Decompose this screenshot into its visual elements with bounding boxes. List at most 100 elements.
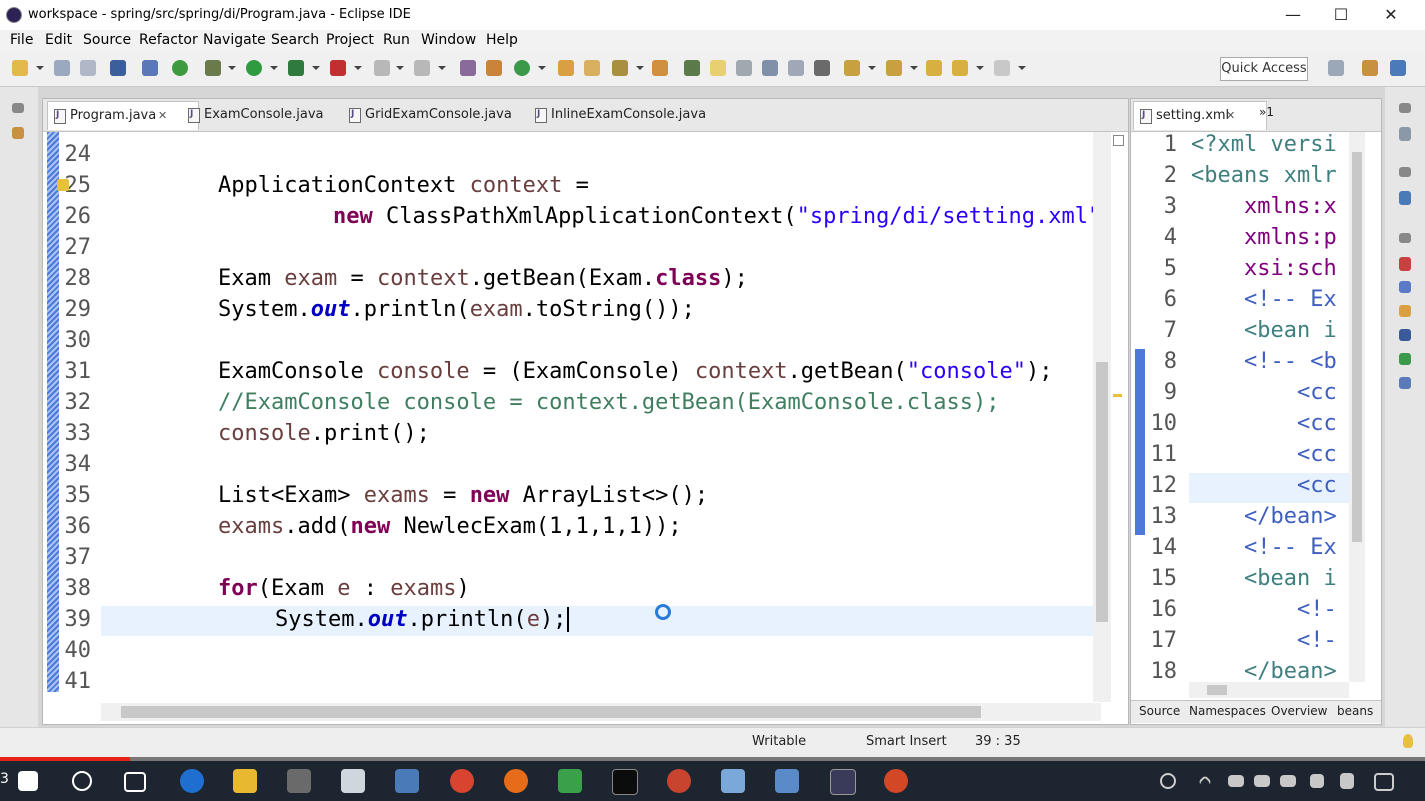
eclipse-icon[interactable] <box>830 769 856 795</box>
task-list-icon[interactable] <box>1399 127 1411 141</box>
data-source-icon[interactable] <box>1399 377 1411 389</box>
tab-setting-xml[interactable]: setting.xml ✕ <box>1133 101 1267 130</box>
outline-icon[interactable] <box>1399 191 1411 205</box>
close-button[interactable]: ✕ <box>1380 4 1402 26</box>
powerpoint-icon[interactable] <box>884 769 908 793</box>
open-type-icon[interactable] <box>558 60 574 76</box>
declaration-icon[interactable] <box>1399 305 1411 317</box>
new-icon[interactable] <box>12 60 28 76</box>
editor-vertical-scrollbar[interactable] <box>1093 132 1111 702</box>
tip-lightbulb-icon[interactable] <box>1403 734 1413 748</box>
save-all-icon[interactable] <box>80 60 96 76</box>
java-perspective-icon[interactable] <box>1390 60 1406 76</box>
new-package-icon[interactable] <box>486 60 502 76</box>
tab-overflow-chevron-icon[interactable]: »1 <box>1259 105 1274 119</box>
back-icon[interactable] <box>952 60 968 76</box>
disconnect-icon[interactable] <box>414 60 430 76</box>
tab-program-java[interactable]: Program.java ✕ <box>47 101 199 130</box>
xml-horizontal-scrollbar[interactable] <box>1189 682 1349 698</box>
input-method-icon[interactable] <box>1340 773 1354 789</box>
external-tools-icon[interactable] <box>330 60 346 76</box>
terminal-icon[interactable] <box>612 769 638 795</box>
last-edit-icon[interactable] <box>926 60 942 76</box>
menu-refactor[interactable]: Refactor <box>139 32 198 48</box>
chrome-alt-icon[interactable] <box>667 769 691 793</box>
chrome-icon[interactable] <box>450 769 474 793</box>
menu-help[interactable]: Help <box>486 32 518 48</box>
pilcrow-icon[interactable] <box>814 60 830 76</box>
menu-file[interactable]: File <box>10 32 33 48</box>
prev-annotation-icon[interactable] <box>886 60 902 76</box>
problems-icon[interactable] <box>1399 257 1411 271</box>
xml-vertical-scrollbar[interactable] <box>1349 132 1365 682</box>
firefox-icon[interactable] <box>504 769 528 793</box>
search-icon[interactable] <box>72 771 92 791</box>
scroll-thumb[interactable] <box>1096 362 1108 622</box>
people-icon[interactable] <box>1160 773 1176 789</box>
save-icon[interactable] <box>54 60 70 76</box>
remote-desktop-icon[interactable] <box>775 769 799 793</box>
overview-warning-marker[interactable] <box>1113 394 1122 397</box>
windows-start-icon[interactable] <box>18 771 38 791</box>
package-explorer-icon[interactable] <box>12 127 24 139</box>
file-explorer-icon[interactable] <box>233 769 257 793</box>
code-area[interactable]: 24 25 26 27 28 29 30 31 32 33 34 35 36 3… <box>43 132 1103 707</box>
word-wrap-icon[interactable] <box>788 60 804 76</box>
tab-inlineexamconsole-java[interactable]: InlineExamConsole.java <box>529 101 721 129</box>
refresh-icon[interactable] <box>172 60 188 76</box>
new-class-icon[interactable] <box>514 60 530 76</box>
menu-run[interactable]: Run <box>383 32 410 48</box>
tab-namespaces[interactable]: Namespaces <box>1189 704 1266 718</box>
menu-edit[interactable]: Edit <box>45 32 72 48</box>
highlight-icon[interactable] <box>710 60 726 76</box>
task-view-icon[interactable] <box>124 772 146 792</box>
media-app-icon[interactable] <box>558 769 582 793</box>
menu-source[interactable]: Source <box>83 32 131 48</box>
notification-icon[interactable] <box>1374 773 1394 791</box>
java-ee-perspective-icon[interactable] <box>1362 60 1378 76</box>
run-icon[interactable] <box>246 60 262 76</box>
scroll-thumb[interactable] <box>1352 152 1362 542</box>
menu-project[interactable]: Project <box>326 32 374 48</box>
minimize-button[interactable]: — <box>1282 4 1304 26</box>
editor-horizontal-scrollbar[interactable] <box>101 703 1101 721</box>
annotation-icon[interactable] <box>684 60 700 76</box>
warning-icon[interactable] <box>57 179 69 191</box>
stop-icon[interactable] <box>374 60 390 76</box>
search-icon[interactable] <box>612 60 628 76</box>
tab-overview[interactable]: Overview <box>1271 704 1328 718</box>
tab-beans[interactable]: beans <box>1337 704 1373 718</box>
servers-icon[interactable] <box>1399 353 1411 365</box>
block-selection-icon[interactable] <box>736 60 752 76</box>
quick-access-input[interactable]: Quick Access <box>1220 57 1308 81</box>
volume-icon[interactable] <box>1280 775 1296 787</box>
network-status-icon[interactable] <box>1254 775 1270 787</box>
restore-icon[interactable] <box>1399 103 1411 113</box>
open-task-icon[interactable] <box>584 60 600 76</box>
console-icon[interactable] <box>1399 329 1411 341</box>
menu-navigate[interactable]: Navigate <box>203 32 266 48</box>
skip-breakpoints-icon[interactable] <box>142 60 158 76</box>
scroll-thumb[interactable] <box>121 706 981 718</box>
xml-code-area[interactable]: 1 2 3 4 5 6 7 8 9 10 11 12 13 14 15 16 1… <box>1131 132 1351 687</box>
restore-icon[interactable] <box>1399 167 1411 177</box>
javadoc-icon[interactable] <box>1399 281 1411 293</box>
mail-icon[interactable] <box>341 769 365 793</box>
show-whitespace-icon[interactable] <box>762 60 778 76</box>
display-icon[interactable] <box>1228 775 1244 787</box>
tab-examconsole-java[interactable]: ExamConsole.java <box>182 101 332 129</box>
next-annotation-icon[interactable] <box>844 60 860 76</box>
notepad-icon[interactable] <box>721 769 745 793</box>
maximize-button[interactable]: ☐ <box>1330 4 1352 26</box>
pen-icon[interactable] <box>1310 774 1324 788</box>
terminal-icon[interactable] <box>110 60 126 76</box>
tab-source[interactable]: Source <box>1139 704 1180 718</box>
edge-browser-icon[interactable] <box>180 769 204 793</box>
open-perspective-button[interactable] <box>1328 60 1344 76</box>
scroll-thumb[interactable] <box>1207 685 1227 695</box>
close-tab-icon[interactable]: ✕ <box>158 102 167 130</box>
open-perspective-icon[interactable] <box>652 60 668 76</box>
network-icon[interactable] <box>395 769 419 793</box>
tab-gridexamconsole-java[interactable]: GridExamConsole.java <box>343 101 525 129</box>
debug-icon[interactable] <box>205 60 221 76</box>
